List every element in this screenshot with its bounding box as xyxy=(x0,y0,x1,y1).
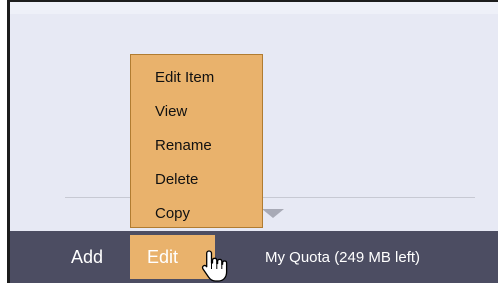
quota-status: My Quota (249 MB left) xyxy=(265,248,421,266)
bottom-toolbar: Add Edit My Quota (249 MB left) xyxy=(10,231,498,283)
content-panel: Add Edit My Quota (249 MB left) Edit Ite… xyxy=(7,0,498,283)
panel-divider xyxy=(65,197,475,198)
menu-item-copy[interactable]: Copy xyxy=(131,197,262,231)
menu-item-edit-item[interactable]: Edit Item xyxy=(131,61,262,95)
collapse-arrow-icon[interactable] xyxy=(262,209,284,218)
add-button[interactable]: Add xyxy=(58,231,116,283)
menu-item-delete[interactable]: Delete xyxy=(131,163,262,197)
menu-item-view[interactable]: View xyxy=(131,95,262,129)
hand-pointer-icon xyxy=(201,250,228,282)
menu-item-rename[interactable]: Rename xyxy=(131,129,262,163)
edit-dropdown-menu: Edit Item View Rename Delete Copy xyxy=(130,54,263,228)
